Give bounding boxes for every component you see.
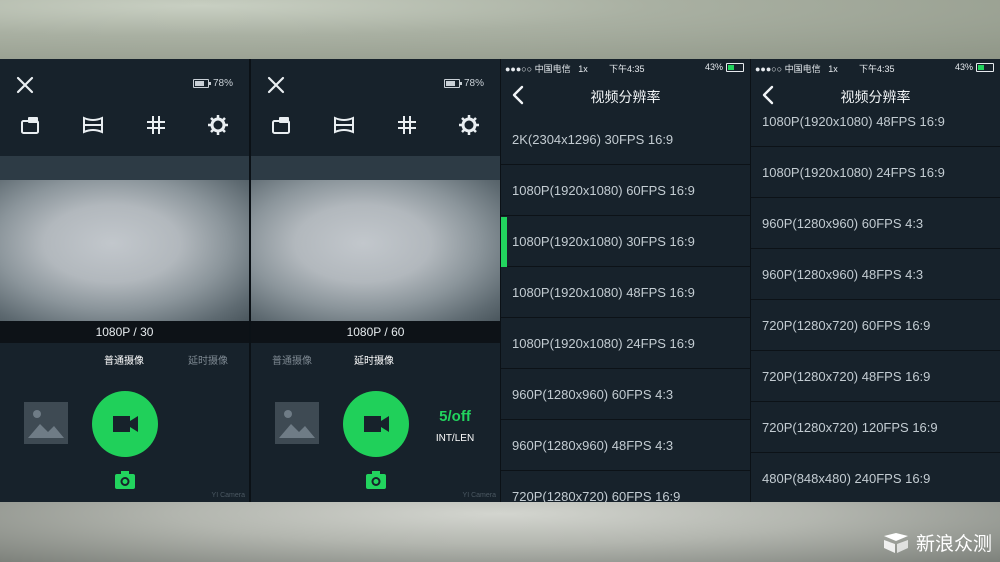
- video-camera-icon: [364, 416, 389, 432]
- list-item[interactable]: 960P(1280x960) 48FPS 4:3: [751, 250, 1000, 300]
- timelapse-mode-label[interactable]: INT/LEN: [427, 433, 483, 444]
- record-button[interactable]: [343, 391, 409, 457]
- list-item[interactable]: 720P(1280x720) 120FPS 16:9: [751, 403, 1000, 453]
- photo-mode-icon[interactable]: [114, 470, 136, 490]
- distortion-correction-icon[interactable]: [332, 113, 356, 137]
- camera-switch-icon[interactable]: [19, 113, 43, 137]
- image-icon: [28, 410, 64, 438]
- camera-preview: [251, 180, 500, 321]
- grid-icon[interactable]: [395, 113, 419, 137]
- list-item[interactable]: 1080P(1920x1080) 48FPS 16:9: [501, 268, 750, 318]
- status-bar: ●●●○○ 中国电信 1x 下午4:35 43%: [501, 59, 750, 75]
- battery-indicator: 78%: [443, 78, 484, 89]
- close-icon[interactable]: [16, 76, 34, 94]
- battery-fill: [728, 64, 734, 70]
- page-title: 视频分辨率: [590, 89, 661, 105]
- camera-preview: [0, 180, 249, 321]
- list-item[interactable]: 1080P(1920x1080) 24FPS 16:9: [751, 148, 1000, 198]
- status-battery: 43%: [955, 62, 994, 72]
- background-photo-top: [0, 0, 1000, 59]
- distortion-correction-icon[interactable]: [81, 113, 105, 137]
- carrier-label: ●●●○○ 中国电信 1x: [505, 64, 588, 74]
- list-item[interactable]: 720P(1280x720) 60FPS 16:9: [751, 301, 1000, 351]
- timelapse-interval-value[interactable]: 5/off: [431, 408, 479, 425]
- list-item[interactable]: 960P(1280x960) 60FPS 4:3: [751, 199, 1000, 249]
- preview-top-band: [0, 156, 249, 180]
- battery-fill: [194, 81, 204, 86]
- list-item[interactable]: 960P(1280x960) 48FPS 4:3: [501, 421, 750, 471]
- close-icon[interactable]: [267, 76, 285, 94]
- mode-timelapse-video[interactable]: 延时摄像: [188, 352, 228, 367]
- toolbar: [0, 113, 249, 141]
- nav-bar: 视频分辨率: [751, 75, 1000, 115]
- brand-label: YI Camera: [211, 492, 245, 499]
- list-item-selected[interactable]: 1080P(1920x1080) 30FPS 16:9: [501, 217, 750, 267]
- battery-fill: [445, 81, 455, 86]
- photo-mode-icon[interactable]: [365, 470, 387, 490]
- toolbar: [251, 113, 500, 141]
- carrier-label: ●●●○○ 中国电信 1x: [755, 64, 838, 74]
- list-item[interactable]: 720P(1280x720) 48FPS 16:9: [751, 352, 1000, 402]
- watermark: 新浪众测: [882, 529, 992, 556]
- battery-icon: [192, 79, 211, 88]
- status-time: 下午4:35: [859, 64, 895, 74]
- gallery-thumbnail[interactable]: [24, 402, 68, 444]
- status-time: 下午4:35: [609, 64, 645, 74]
- camera-switch-icon[interactable]: [270, 113, 294, 137]
- resolution-label[interactable]: 1080P / 30: [0, 321, 249, 343]
- battery-percent: 78%: [212, 78, 233, 89]
- camera-screen-timelapse: 78% 1080P / 60 普通摄像 延时摄像 5/off INT/LEN Y…: [251, 59, 500, 502]
- battery-indicator: 78%: [192, 78, 233, 89]
- list-item[interactable]: 960P(1280x960) 60FPS 4:3: [501, 370, 750, 420]
- image-icon: [279, 410, 315, 438]
- record-button[interactable]: [92, 391, 158, 457]
- battery-icon: [443, 79, 462, 88]
- battery-percent: 78%: [463, 78, 484, 89]
- background-photo-bottom: [0, 502, 1000, 562]
- mode-timelapse-video[interactable]: 延时摄像: [354, 352, 394, 367]
- resolution-label[interactable]: 1080P / 60: [251, 321, 500, 343]
- status-battery: 43%: [705, 62, 744, 72]
- battery-icon: [726, 62, 744, 72]
- status-bar: ●●●○○ 中国电信 1x 下午4:35 43%: [751, 59, 1000, 75]
- watermark-logo-icon: [883, 532, 908, 553]
- nav-bar: 视频分辨率: [501, 75, 750, 115]
- settings-gear-icon[interactable]: [206, 113, 230, 137]
- preview-top-band: [251, 156, 500, 180]
- resolution-list-screen-scrolled: 1080P(1920x1080) 48FPS 16:9 1080P(1920x10…: [751, 59, 1000, 502]
- battery-fill: [978, 64, 984, 70]
- camera-screen-normal: 78% 1080P / 30 普通摄像 延时摄像 YI Camera: [0, 59, 249, 502]
- grid-icon[interactable]: [144, 113, 168, 137]
- list-item[interactable]: 1080P(1920x1080) 60FPS 16:9: [501, 166, 750, 216]
- watermark-text: 新浪众测: [915, 534, 992, 555]
- brand-label: YI Camera: [462, 492, 496, 499]
- page-title: 视频分辨率: [840, 89, 911, 105]
- list-item[interactable]: 1080P(1920x1080) 24FPS 16:9: [501, 319, 750, 369]
- mode-normal-video[interactable]: 普通摄像: [104, 352, 144, 367]
- video-camera-icon: [113, 416, 138, 432]
- resolution-list-screen-top: ●●●○○ 中国电信 1x 下午4:35 43% 视频分辨率 2K(2304x1…: [501, 59, 750, 502]
- battery-icon: [976, 62, 994, 72]
- list-item[interactable]: 2K(2304x1296) 30FPS 16:9: [501, 115, 750, 165]
- list-item[interactable]: 720P(1280x720) 60FPS 16:9: [501, 472, 750, 502]
- list-item[interactable]: 480P(848x480) 240FPS 16:9: [751, 454, 1000, 502]
- mode-normal-video[interactable]: 普通摄像: [272, 352, 312, 367]
- settings-gear-icon[interactable]: [457, 113, 481, 137]
- gallery-thumbnail[interactable]: [275, 402, 319, 444]
